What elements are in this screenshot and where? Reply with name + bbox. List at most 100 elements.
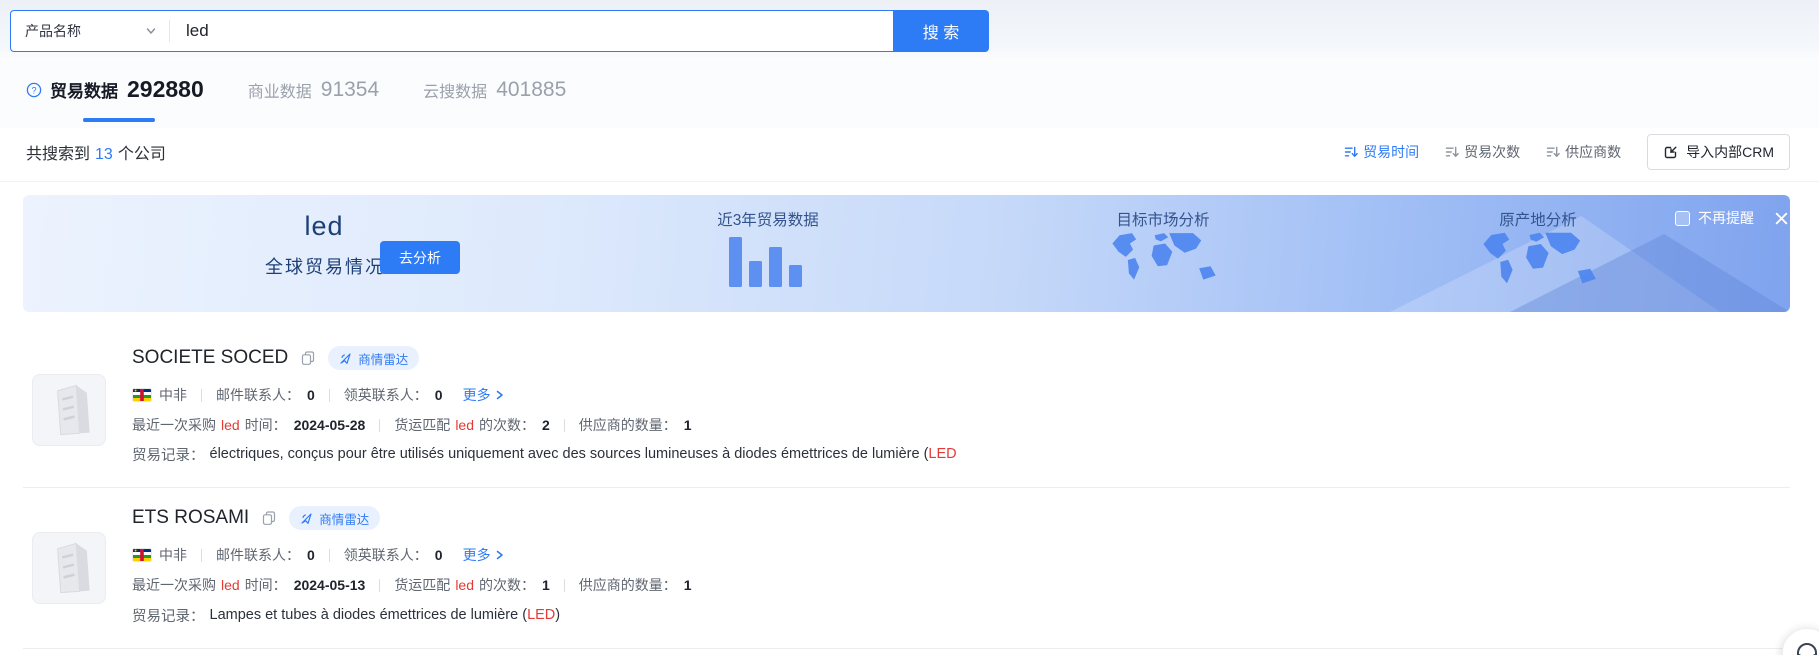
chevron-down-icon	[145, 25, 157, 37]
radar-icon	[300, 512, 313, 525]
suppliers-count-value: 1	[684, 577, 692, 593]
trade-record-row: 贸易记录： électriques, conçus pour être util…	[132, 443, 957, 465]
divider	[329, 389, 330, 402]
dismiss-controls: 不再提醒	[1675, 208, 1789, 228]
search-category-dropdown[interactable]: 产品名称	[11, 11, 169, 51]
search-input[interactable]	[170, 11, 893, 51]
freight-label-post: 的次数：	[479, 575, 535, 595]
divider	[23, 648, 1790, 649]
tab-label: 商业数据	[248, 78, 312, 102]
purchase-label-post: 时间：	[245, 575, 287, 595]
company-name[interactable]: ETS ROSAMI	[132, 507, 249, 529]
data-tabs: ? 贸易数据 292880 商业数据 91354 云搜数据 401885	[26, 76, 610, 103]
sort-trade-count[interactable]: 贸易次数	[1445, 142, 1520, 162]
tab-count: 401885	[496, 78, 566, 102]
keyword-highlight: led	[221, 417, 240, 433]
linkedin-contacts-value: 0	[435, 547, 443, 563]
building-icon	[32, 532, 106, 604]
copy-icon[interactable]	[300, 350, 316, 366]
copy-icon[interactable]	[261, 510, 277, 526]
suppliers-label: 供应商的数量：	[579, 575, 677, 595]
tab-trade-data[interactable]: ? 贸易数据 292880	[26, 76, 204, 103]
company-stats-row: 最近一次采购 led 时间： 2024-05-13 货运匹配 led 的次数： …	[132, 574, 692, 596]
results-count-number: 13	[95, 146, 113, 163]
more-label: 更多	[463, 385, 491, 405]
tab-label: 云搜数据	[423, 78, 487, 102]
sort-descending-icon	[1344, 145, 1358, 159]
company-contact-row: 中非 邮件联系人： 0 领英联系人： 0 更多	[132, 544, 505, 566]
sort-controls: 贸易时间 贸易次数 供应商数 导入内部CRM	[1318, 134, 1790, 170]
divider	[201, 549, 202, 562]
email-contacts-label: 邮件联系人：	[216, 545, 300, 565]
more-link[interactable]: 更多	[463, 385, 505, 405]
keyword-highlight: led	[221, 577, 240, 593]
country-label: 中非	[159, 385, 187, 405]
feature-market-label: 目标市场分析	[1088, 208, 1238, 230]
analyze-button[interactable]: 去分析	[380, 241, 460, 274]
tab-cloud-search-data[interactable]: 云搜数据 401885	[423, 78, 566, 102]
svg-text:?: ?	[31, 85, 36, 95]
purchase-date-value: 2024-05-28	[294, 417, 366, 433]
results-count-prefix: 共搜索到	[26, 146, 90, 163]
freight-label-post: 的次数：	[479, 415, 535, 435]
business-radar-badge[interactable]: 商情雷达	[289, 506, 380, 530]
building-icon	[32, 374, 106, 446]
sort-descending-icon	[1445, 145, 1459, 159]
sort-descending-icon	[1546, 145, 1560, 159]
results-count-text: 共搜索到 13 个公司	[26, 140, 166, 164]
world-map-icon	[1098, 229, 1228, 296]
company-name[interactable]: SOCIETE SOCED	[132, 347, 288, 369]
divider	[564, 419, 565, 432]
analysis-banner: led 全球贸易情况 去分析 近3年贸易数据 目标市场分析 原产地分析	[23, 195, 1790, 312]
purchase-label-pre: 最近一次采购	[132, 575, 216, 595]
chevron-right-icon	[494, 549, 505, 561]
keyword-highlight: led	[455, 417, 474, 433]
business-radar-badge[interactable]: 商情雷达	[328, 346, 419, 370]
results-count-suffix: 个公司	[118, 146, 166, 163]
banner-keyword: led	[269, 211, 379, 242]
tab-count: 292880	[127, 76, 204, 103]
banner-bar	[769, 247, 782, 287]
trade-record-keyword: LED	[527, 607, 555, 623]
trade-record-row: 贸易记录： Lampes et tubes à diodes émettrice…	[132, 604, 560, 626]
freight-label-pre: 货运匹配	[394, 415, 450, 435]
results-header-row: 共搜索到 13 个公司 贸易时间 贸易次数 供应商数	[26, 132, 1790, 172]
company-thumbnail	[32, 532, 106, 604]
banner-bar	[789, 265, 802, 287]
tab-business-data[interactable]: 商业数据 91354	[248, 78, 379, 102]
divider	[379, 419, 380, 432]
sort-label: 供应商数	[1565, 142, 1621, 162]
search-box: 产品名称	[10, 10, 893, 52]
banner-bar	[749, 261, 762, 287]
freight-count-value: 2	[542, 417, 550, 433]
banner-bar	[729, 237, 742, 287]
freight-label-pre: 货运匹配	[394, 575, 450, 595]
company-stats-row: 最近一次采购 led 时间： 2024-05-28 货运匹配 led 的次数： …	[132, 414, 692, 436]
company-title-row: SOCIETE SOCED 商情雷达	[132, 344, 419, 372]
trade-record-text: Lampes et tubes à diodes émettrices de l…	[210, 607, 528, 623]
search-bar: 产品名称 搜 索	[10, 10, 989, 52]
radar-badge-label: 商情雷达	[358, 349, 408, 368]
no-remind-label: 不再提醒	[1698, 208, 1754, 228]
divider	[0, 181, 1819, 182]
sort-trade-time[interactable]: 贸易时间	[1344, 142, 1419, 162]
more-link[interactable]: 更多	[463, 545, 505, 565]
sort-label: 贸易时间	[1363, 142, 1419, 162]
divider	[379, 579, 380, 592]
sort-label: 贸易次数	[1464, 142, 1520, 162]
no-remind-checkbox[interactable]	[1675, 211, 1690, 226]
email-contacts-value: 0	[307, 547, 315, 563]
import-crm-button[interactable]: 导入内部CRM	[1647, 134, 1790, 170]
page: 产品名称 搜 索 ? 贸易数据 292880 商业数据 91354 云搜数据 4…	[0, 0, 1819, 655]
sort-supplier-count[interactable]: 供应商数	[1546, 142, 1621, 162]
headset-icon	[1794, 640, 1819, 655]
search-button[interactable]: 搜 索	[893, 10, 989, 52]
company-title-row: ETS ROSAMI 商情雷达	[132, 504, 380, 532]
freight-count-value: 1	[542, 577, 550, 593]
question-circle-icon[interactable]: ?	[26, 82, 42, 98]
trade-record-label: 贸易记录：	[132, 605, 205, 626]
company-contact-row: 中非 邮件联系人： 0 领英联系人： 0 更多	[132, 384, 505, 406]
linkedin-contacts-value: 0	[435, 387, 443, 403]
close-icon[interactable]	[1774, 211, 1789, 226]
flag-central-african-republic-icon	[132, 388, 152, 402]
